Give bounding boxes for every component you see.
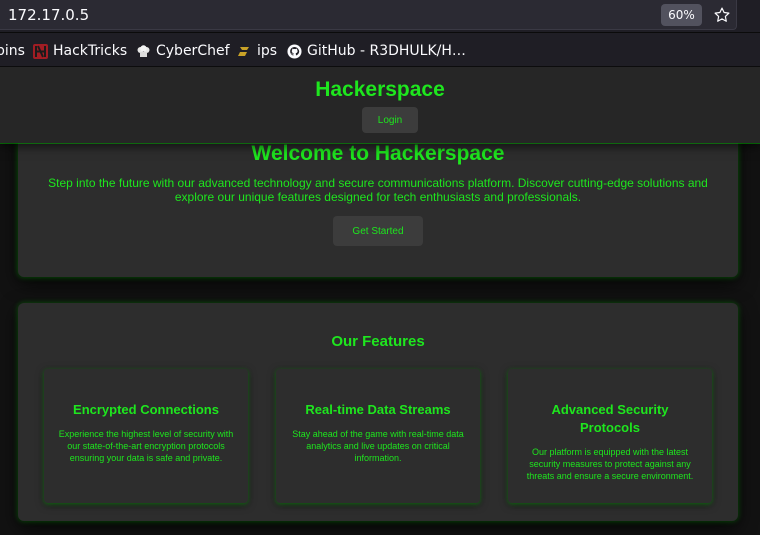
- bookmark-label: ips: [257, 43, 278, 59]
- page-viewport: Welcome to Hackerspace Step into the fut…: [0, 67, 760, 535]
- feature-card-title: Advanced Security Protocols: [551, 402, 669, 435]
- feature-card-advanced-security-protocols: Advanced Security Protocols Our platform…: [508, 369, 712, 503]
- ips-icon: [237, 44, 252, 59]
- feature-card-title: Encrypted Connections: [73, 402, 219, 417]
- feature-card-title: Real-time Data Streams: [305, 402, 451, 417]
- bookmark-ips[interactable]: ips: [237, 42, 277, 60]
- bookmark-label: CyberChef: [156, 43, 230, 59]
- hero-description: Step into the future with our advanced t…: [48, 176, 708, 204]
- feature-card-text: Our platform is equipped with the latest…: [526, 447, 694, 481]
- features-title: Our Features: [331, 333, 425, 350]
- feature-card-text: Stay ahead of the game with real-time da…: [292, 429, 464, 463]
- bookmark-hacktricks[interactable]: HackTricks: [33, 42, 127, 60]
- site-header: Hackerspace Login: [0, 67, 760, 143]
- login-button[interactable]: Login: [362, 107, 418, 133]
- feature-card-realtime-data-streams: Real-time Data Streams Stay ahead of the…: [276, 369, 480, 503]
- feature-card-encrypted-connections: Encrypted Connections Experience the hig…: [44, 369, 248, 503]
- hero-title: Welcome to Hackerspace: [251, 142, 505, 165]
- url-text[interactable]: 172.17.0.5: [8, 6, 89, 24]
- chef-hat-icon: [136, 44, 151, 59]
- bookmark-cyberchef[interactable]: CyberChef: [136, 42, 230, 60]
- bookmark-label: HackTricks: [53, 43, 128, 59]
- bookmark-bins[interactable]: bins: [0, 42, 25, 60]
- get-started-button[interactable]: Get Started: [333, 216, 423, 246]
- toolbar: 172.17.0.5 60%: [0, 0, 760, 32]
- browser-window: 172.17.0.5 60% bins HackTricks CyberChef: [0, 0, 760, 535]
- feature-card-text: Experience the highest level of security…: [58, 429, 234, 463]
- zoom-level-button[interactable]: 60%: [661, 4, 702, 26]
- bookmark-github[interactable]: GitHub - R3DHULK/H…: [287, 42, 466, 60]
- bookmark-label: GitHub - R3DHULK/H…: [307, 43, 466, 59]
- features-section: Our Features Encrypted Connections Exper…: [18, 303, 738, 521]
- bookmarks-toolbar: bins HackTricks CyberChef ips GitHub - R…: [0, 33, 760, 67]
- site-title: Hackerspace: [315, 78, 445, 101]
- hacktricks-icon: [33, 43, 48, 59]
- address-bar[interactable]: 172.17.0.5: [0, 0, 737, 30]
- bookmark-star-icon[interactable]: [711, 4, 733, 26]
- bookmark-label: bins: [0, 43, 25, 59]
- github-icon: [287, 43, 302, 59]
